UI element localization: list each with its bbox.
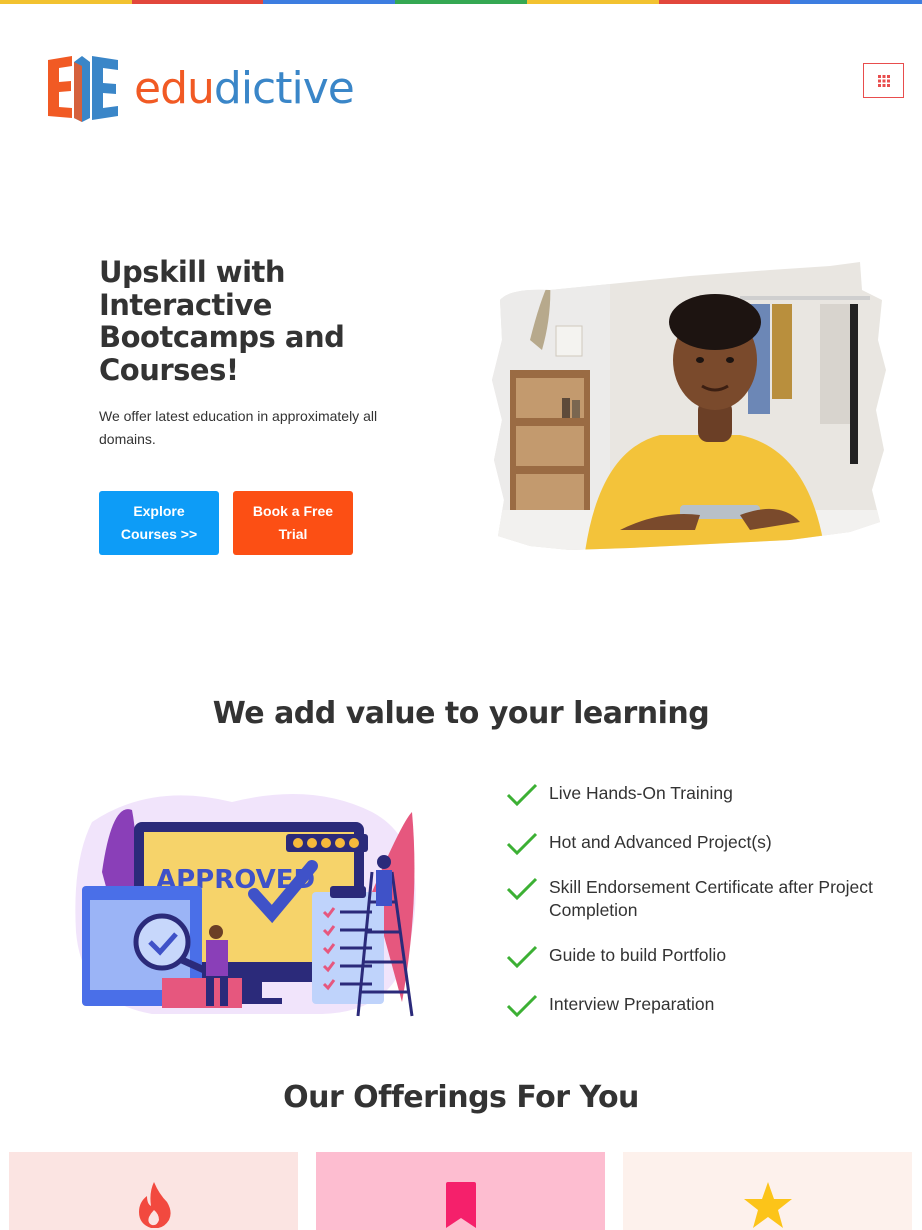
feature-item: Hot and Advanced Project(s) (506, 831, 906, 857)
feature-text: Interview Preparation (549, 994, 715, 1014)
offerings-section-title: Our Offerings For You (283, 1080, 639, 1115)
offering-card[interactable] (316, 1152, 605, 1230)
approved-illustration: APPROVED (75, 794, 416, 1017)
flame-icon (138, 1182, 171, 1228)
star-icon (743, 1182, 792, 1228)
brand-name-part2: dictive (213, 63, 355, 114)
top-color-strip (0, 0, 922, 4)
offering-card[interactable] (9, 1152, 298, 1230)
menu-toggle-button[interactable] (863, 63, 904, 98)
feature-item: Interview Preparation (506, 993, 906, 1019)
checkmark-icon (506, 945, 538, 969)
feature-item: Live Hands-On Training (506, 782, 906, 808)
hero-subtitle: We offer latest education in approximate… (99, 408, 378, 447)
feature-text: Live Hands-On Training (549, 783, 733, 803)
explore-courses-button[interactable]: Explore Courses >> (99, 491, 219, 555)
offering-card[interactable] (623, 1152, 912, 1230)
hero-title: Upskill with Interactive Bootcamps and C… (99, 255, 345, 387)
feature-text: Guide to build Portfolio (549, 945, 727, 965)
brand-name-part1: edu (134, 63, 215, 114)
checkmark-icon (506, 877, 538, 901)
feature-item: Skill Endorsement Certificate after Proj… (506, 876, 906, 922)
bookmark-icon (445, 1182, 476, 1228)
hero-student-photo (492, 262, 886, 550)
brand-logo[interactable]: edudictive (48, 56, 355, 122)
feature-text: Hot and Advanced Project(s) (549, 832, 772, 852)
brand-wordmark: edudictive (134, 67, 355, 111)
checkmark-icon (506, 832, 538, 856)
feature-item: Guide to build Portfolio (506, 944, 906, 970)
logo-mark-icon (48, 56, 118, 122)
feature-text: Skill Endorsement Certificate after Proj… (549, 877, 873, 920)
book-free-trial-button[interactable]: Book a Free Trial (233, 491, 353, 555)
value-section-title: We add value to your learning (212, 696, 710, 731)
checkmark-icon (506, 994, 538, 1018)
checkmark-icon (506, 783, 538, 807)
grid-menu-icon (877, 74, 890, 87)
